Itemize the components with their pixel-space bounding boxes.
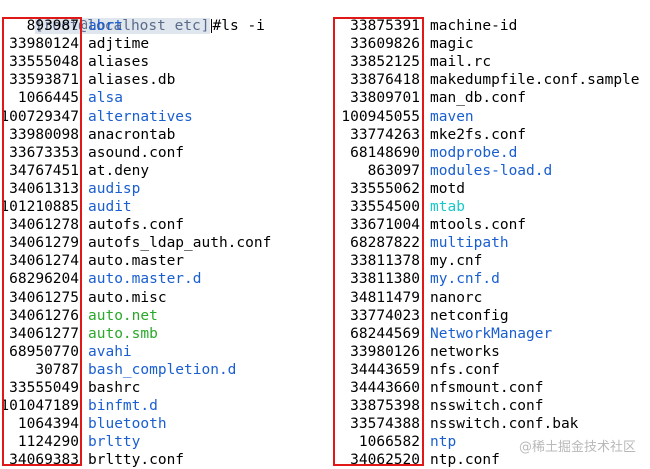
file-name: my.cnf bbox=[430, 253, 483, 270]
list-item: 33852125 mail.rc bbox=[0, 53, 650, 71]
file-name: modules-load.d bbox=[430, 162, 553, 179]
file-name: makedumpfile.conf.sample bbox=[430, 72, 640, 89]
file-name: NetworkManager bbox=[430, 325, 553, 342]
file-name: nfsmount.conf bbox=[430, 380, 544, 396]
list-item: 33554500 mtab bbox=[0, 198, 650, 216]
list-item: 34443659 nfs.conf bbox=[0, 361, 650, 379]
list-item: 33876418 makedumpfile.conf.sample bbox=[0, 71, 650, 89]
list-item: 33811378 my.cnf bbox=[0, 252, 650, 270]
file-name: ntp bbox=[430, 434, 457, 451]
list-item: 863097 modules-load.d bbox=[0, 162, 650, 180]
list-item: 68244569 NetworkManager bbox=[0, 325, 650, 343]
file-name: nanorc bbox=[430, 289, 483, 306]
watermark: @稀土掘金技术社区 bbox=[518, 440, 636, 455]
list-item: 33875391 machine-id bbox=[0, 17, 650, 35]
inode-highlight-box-right bbox=[333, 17, 424, 466]
file-name: multipath bbox=[430, 235, 509, 252]
list-item: 33875398 nsswitch.conf bbox=[0, 397, 650, 415]
file-name: magic bbox=[430, 36, 474, 53]
file-name: mtab bbox=[430, 199, 465, 215]
list-item: 33574388 nsswitch.conf.bak bbox=[0, 415, 650, 433]
list-item: 100945055 maven bbox=[0, 108, 650, 126]
list-item: 34811479 nanorc bbox=[0, 289, 650, 307]
inode-highlight-box-left bbox=[2, 17, 82, 466]
file-name: man_db.conf bbox=[430, 90, 527, 107]
shell-prompt: [root@localhost etc] #ls -i bbox=[0, 0, 265, 34]
file-name: nfs.conf bbox=[430, 361, 500, 378]
file-name: netconfig bbox=[430, 307, 509, 324]
file-name: nsswitch.conf bbox=[430, 398, 544, 415]
file-name: maven bbox=[430, 108, 474, 125]
terminal-window[interactable]: [root@localhost etc] #ls -i 893987 abrt 339… bbox=[0, 0, 650, 469]
file-name: ntp.conf bbox=[430, 452, 500, 469]
list-item: 33671004 mtools.conf bbox=[0, 216, 650, 234]
list-item: 34443660 nfsmount.conf bbox=[0, 379, 650, 397]
list-item: 33980126 networks bbox=[0, 343, 650, 361]
list-item: 33774263 mke2fs.conf bbox=[0, 126, 650, 144]
list-item: 33609826 magic bbox=[0, 35, 650, 53]
list-item: 68287822 multipath bbox=[0, 234, 650, 252]
file-name: machine-id bbox=[430, 18, 518, 34]
file-name: modprobe.d bbox=[430, 144, 518, 161]
file-name: my.cnf.d bbox=[430, 271, 500, 288]
file-name: nsswitch.conf.bak bbox=[430, 416, 579, 433]
file-name: networks bbox=[430, 343, 500, 360]
list-item: 33774023 netconfig bbox=[0, 307, 650, 325]
file-name: mail.rc bbox=[430, 54, 492, 71]
file-name: motd bbox=[430, 180, 465, 197]
file-name: mtools.conf bbox=[430, 217, 527, 234]
file-name: mke2fs.conf bbox=[430, 126, 527, 143]
list-item: 68148690 modprobe.d bbox=[0, 144, 650, 162]
list-item: 33809701 man_db.conf bbox=[0, 89, 650, 107]
list-item: 33555062 motd bbox=[0, 180, 650, 198]
list-item: 33811380 my.cnf.d bbox=[0, 270, 650, 288]
